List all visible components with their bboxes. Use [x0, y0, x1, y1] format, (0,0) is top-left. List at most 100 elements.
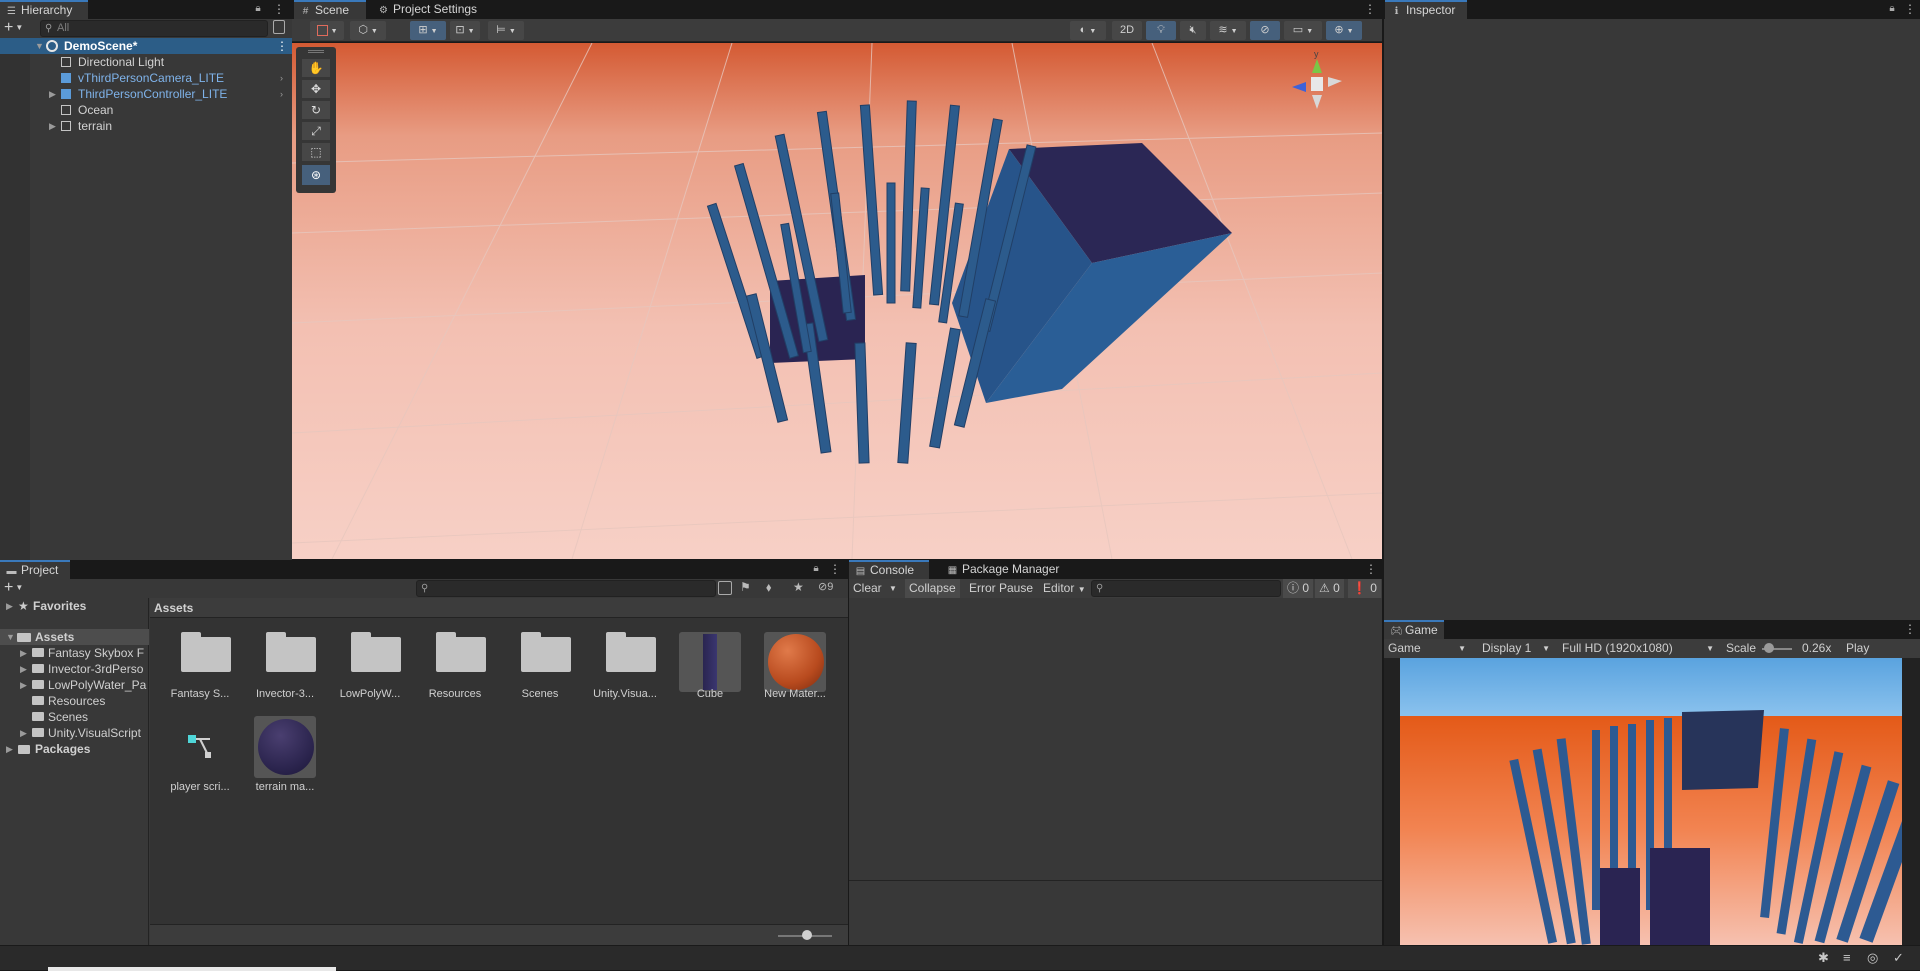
editor-target-dropdown[interactable]: Editor ▼ [1039, 579, 1090, 598]
hand-tool-icon[interactable]: ✋ [302, 59, 330, 77]
hierarchy-item-camera[interactable]: vThirdPersonCamera_LITE › [0, 70, 292, 86]
expand-arrow-icon[interactable]: ▶ [6, 741, 13, 757]
tag-filter-icon[interactable]: ⬧ [766, 580, 771, 595]
tab-game[interactable]: 🎮︎ Game [1384, 620, 1444, 639]
tree-item-folder[interactable]: ▶ LowPolyWater_Pa [0, 677, 150, 693]
overlay-drag-handle[interactable] [308, 50, 324, 53]
hierarchy-item-ocean[interactable]: Ocean [0, 102, 292, 118]
add-object-button[interactable]: + ▼ [4, 19, 23, 38]
tree-item-folder[interactable]: ▶ Fantasy Skybox F [0, 645, 150, 661]
hierarchy-item-terrain[interactable]: ▶ terrain [0, 118, 292, 134]
clear-button[interactable]: Clear [849, 579, 886, 598]
ruler-button[interactable]: ⊨ ▼ [488, 21, 524, 40]
asset-folder[interactable]: Scenes [500, 620, 580, 710]
expand-arrow-icon[interactable]: ▶ [49, 86, 56, 102]
project-search-input[interactable]: ⚲ [416, 580, 716, 597]
expand-arrow-icon[interactable]: ▶ [20, 677, 27, 693]
hierarchy-search-input[interactable]: ⚲ All [40, 20, 268, 37]
transform-tool-icon[interactable]: ⊛ [302, 165, 330, 185]
orientation-gizmo[interactable]: y [1282, 49, 1352, 119]
grid-snapping-button[interactable]: ⊞ ▼ [410, 21, 446, 40]
hierarchy-item-scene[interactable]: ▼ DemoScene* ⋮ [0, 38, 292, 54]
log-filter-toggle[interactable]: ⓘ 0 [1283, 579, 1314, 598]
asset-material[interactable]: terrain ma... [245, 713, 325, 803]
expand-arrow-icon[interactable]: ▼ [6, 629, 15, 645]
zoom-slider-handle[interactable] [802, 930, 812, 940]
project-menu-icon[interactable]: ⋮ [829, 560, 841, 579]
search-by-type-icon[interactable] [718, 581, 732, 595]
game-viewport[interactable] [1384, 658, 1920, 945]
tree-item-folder[interactable]: Scenes [0, 709, 150, 725]
search-scope-icon[interactable] [273, 20, 285, 34]
scene-menu-icon[interactable]: ⋮ [1364, 0, 1376, 19]
asset-folder[interactable]: LowPolyW... [330, 620, 410, 710]
tab-hierarchy[interactable]: ☰ Hierarchy [0, 0, 88, 19]
asset-folder[interactable]: Invector-3... [245, 620, 325, 710]
tree-item-folder[interactable]: Resources [0, 693, 150, 709]
asset-folder[interactable]: Resources [415, 620, 495, 710]
lock-icon[interactable]: 🔒︎ [1886, 0, 1898, 19]
open-prefab-arrow-icon[interactable]: › [280, 70, 283, 86]
audio-toggle-button[interactable]: 🔇︎ [1180, 21, 1206, 40]
expand-arrow-icon[interactable]: ▶ [20, 725, 27, 741]
camera-settings-button[interactable]: ▭ ▼ [1284, 21, 1322, 40]
game-view-dropdown[interactable]: Game ▼ [1384, 639, 1470, 658]
gizmos-button[interactable]: ⊕ ▼ [1326, 21, 1362, 40]
layers-icon[interactable]: ≡ [1843, 950, 1851, 965]
clear-options-dropdown[interactable]: ▼ [885, 579, 901, 598]
expand-arrow-icon[interactable]: ▼ [35, 38, 44, 54]
play-focused-dropdown[interactable]: Play Focused [1842, 639, 1920, 658]
scale-tool-icon[interactable]: ⤢ [302, 122, 330, 140]
move-tool-icon[interactable]: ✥ [302, 80, 330, 98]
expand-arrow-icon[interactable]: ▶ [49, 118, 56, 134]
expand-arrow-icon[interactable]: ▶ [6, 598, 13, 614]
hidden-packages-toggle[interactable]: ⊘9 [818, 580, 833, 593]
view-options-button[interactable]: ⬡ ▼ [350, 21, 386, 40]
asset-material[interactable]: New Mater... [755, 620, 835, 710]
warning-filter-toggle[interactable]: ⚠ 0 [1315, 579, 1344, 598]
console-detail-area[interactable] [849, 881, 1382, 945]
hierarchy-item-directional-light[interactable]: Directional Light [0, 54, 292, 70]
asset-folder[interactable]: Fantasy S... [160, 620, 240, 710]
game-menu-icon[interactable]: ⋮ [1904, 620, 1916, 639]
scene-menu-icon[interactable]: ⋮ [276, 38, 288, 54]
display-dropdown[interactable]: Display 1 ▼ [1478, 639, 1554, 658]
tab-project[interactable]: ▬ Project [0, 560, 70, 579]
tab-inspector[interactable]: ℹ Inspector [1385, 0, 1467, 19]
hierarchy-menu-icon[interactable]: ⋮ [273, 0, 285, 19]
hierarchy-item-controller[interactable]: ▶ ThirdPersonController_LITE › [0, 86, 292, 102]
checkmark-icon[interactable]: ✓ [1893, 950, 1904, 966]
increment-snap-button[interactable]: ⊡ ▼ [450, 21, 480, 40]
rect-tool-icon[interactable]: ⬚ [302, 143, 330, 161]
scene-viewport[interactable]: ✋ ✥ ↻ ⤢ ⬚ ⊛ y [292, 43, 1382, 559]
asset-script[interactable]: player scri... [160, 713, 240, 803]
scale-slider-handle[interactable] [1764, 643, 1774, 653]
inspector-menu-icon[interactable]: ⋮ [1904, 0, 1916, 19]
error-pause-toggle[interactable]: Error Pause [965, 579, 1037, 598]
console-log-area[interactable] [849, 598, 1382, 880]
lighting-toggle-button[interactable]: 💡︎ [1146, 21, 1176, 40]
tree-item-folder[interactable]: ▶ Unity.VisualScript [0, 725, 150, 741]
tree-item-packages[interactable]: ▶ Packages [0, 741, 150, 757]
bug-icon[interactable]: ✱ [1818, 950, 1829, 966]
draw-mode-button[interactable]: ▼ [310, 21, 344, 40]
shading-mode-button[interactable]: ◐ ▼ [1070, 21, 1106, 40]
tab-console[interactable]: ▤ Console [849, 560, 929, 579]
expand-arrow-icon[interactable]: ▶ [20, 661, 27, 677]
lock-icon[interactable]: 🔒︎ [810, 560, 822, 579]
console-search-input[interactable]: ⚲ [1091, 580, 1281, 597]
favorite-star-icon[interactable]: ★ [793, 580, 804, 594]
create-asset-button[interactable]: + ▼ [4, 579, 23, 598]
console-menu-icon[interactable]: ⋮ [1365, 560, 1377, 579]
effects-button[interactable]: ≋ ▼ [1210, 21, 1246, 40]
toggle-2d-button[interactable]: 2D [1112, 21, 1142, 40]
search-by-label-icon[interactable]: ⚑ [740, 580, 751, 594]
scene-visibility-button[interactable]: ⊘ [1250, 21, 1280, 40]
asset-folder[interactable]: Unity.Visua... [585, 620, 665, 710]
open-prefab-arrow-icon[interactable]: › [280, 86, 283, 102]
resolution-dropdown[interactable]: Full HD (1920x1080) ▼ [1558, 639, 1718, 658]
asset-prefab[interactable]: Cube [670, 620, 750, 710]
tree-item-folder[interactable]: ▶ Invector-3rdPerso [0, 661, 150, 677]
tab-package-manager[interactable]: ▦ Package Manager [941, 560, 1071, 579]
tab-project-settings[interactable]: ⚙ Project Settings [372, 0, 502, 19]
